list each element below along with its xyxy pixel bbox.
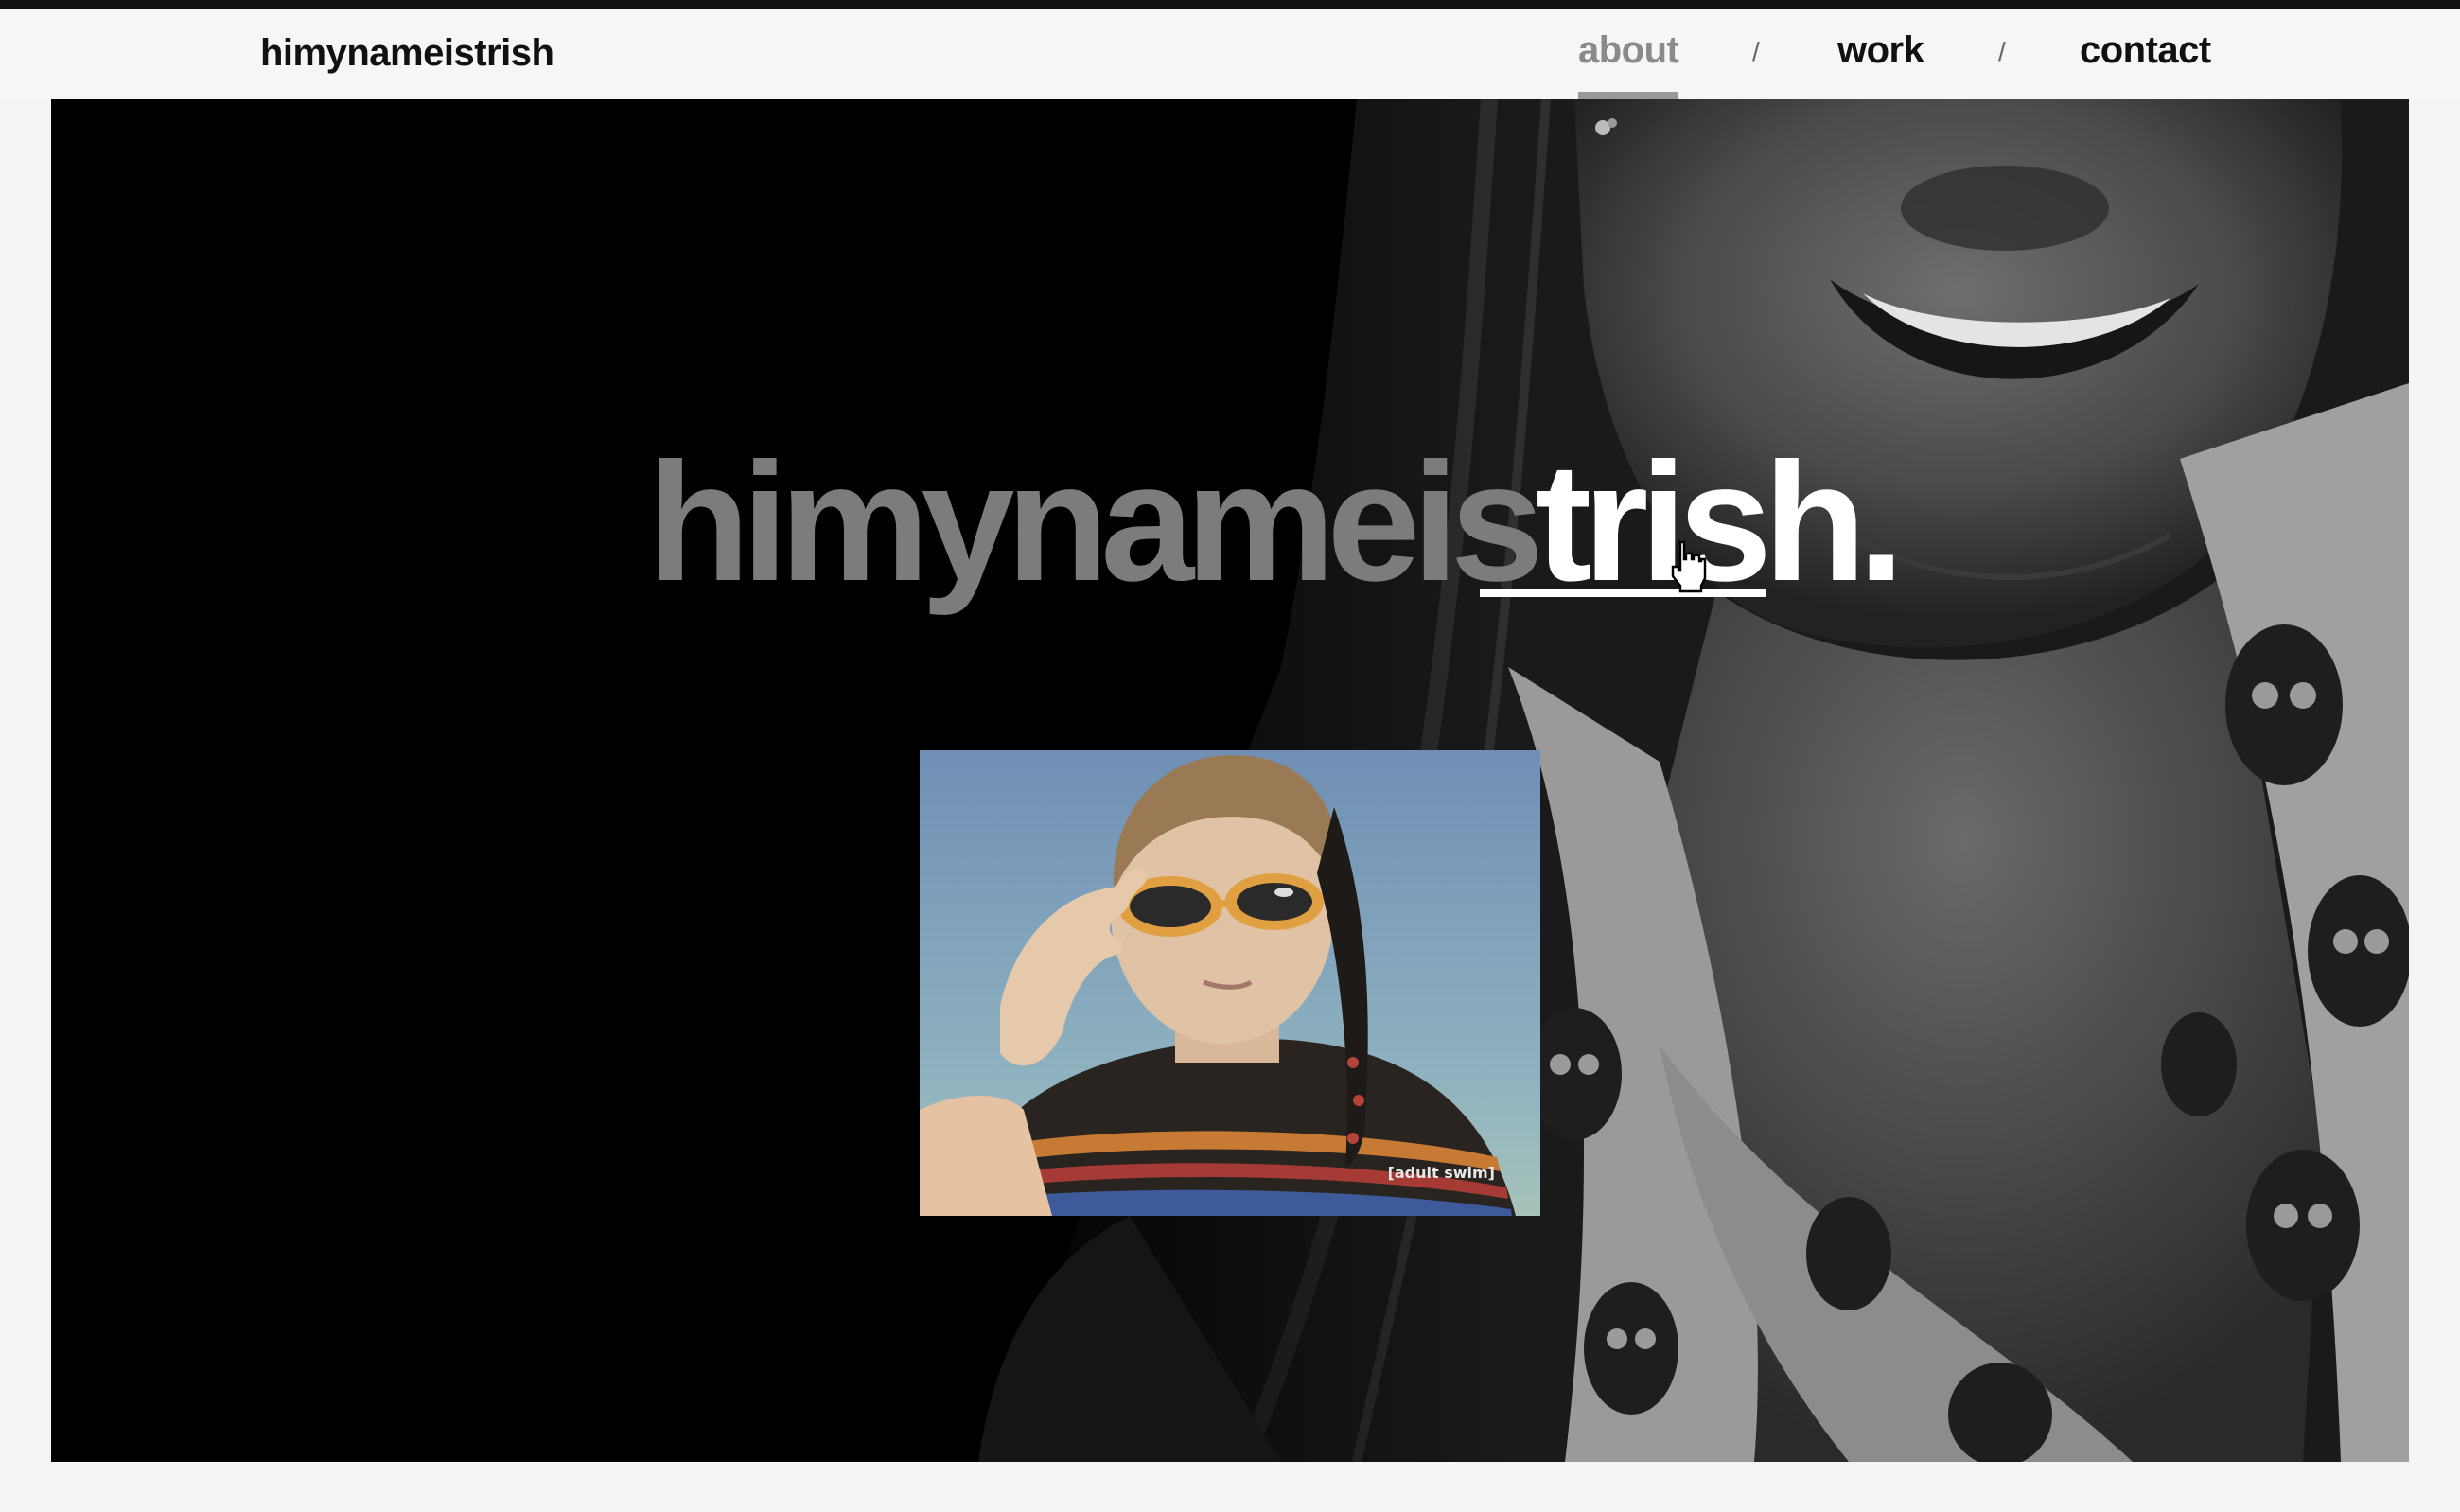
- top-border: [0, 0, 2460, 9]
- nav-contact[interactable]: contact: [2080, 29, 2211, 72]
- headline-greeting: himynameis: [647, 428, 1544, 616]
- active-nav-indicator: [1578, 92, 1678, 99]
- nav-separator: /: [1752, 37, 1760, 66]
- name-link-underline: [1480, 589, 1766, 597]
- nav-about[interactable]: about: [1578, 29, 1679, 72]
- nav-separator: /: [1998, 37, 2006, 66]
- gif-image: [920, 750, 1540, 1216]
- hand-pointer-icon: [1671, 540, 1707, 593]
- headline-name-link[interactable]: trish.: [1536, 428, 1905, 616]
- site-logo[interactable]: himynameistrish: [260, 32, 554, 75]
- nav-work[interactable]: work: [1837, 29, 1924, 72]
- site-header: himynameistrish about / work / contact: [0, 9, 2460, 99]
- gif-watermark: [adult swim]: [1387, 1164, 1495, 1182]
- sunglasses-kid-gif: [adult swim]: [920, 750, 1540, 1216]
- hero-section: himynameistrish. [adult swim]: [51, 99, 2409, 1462]
